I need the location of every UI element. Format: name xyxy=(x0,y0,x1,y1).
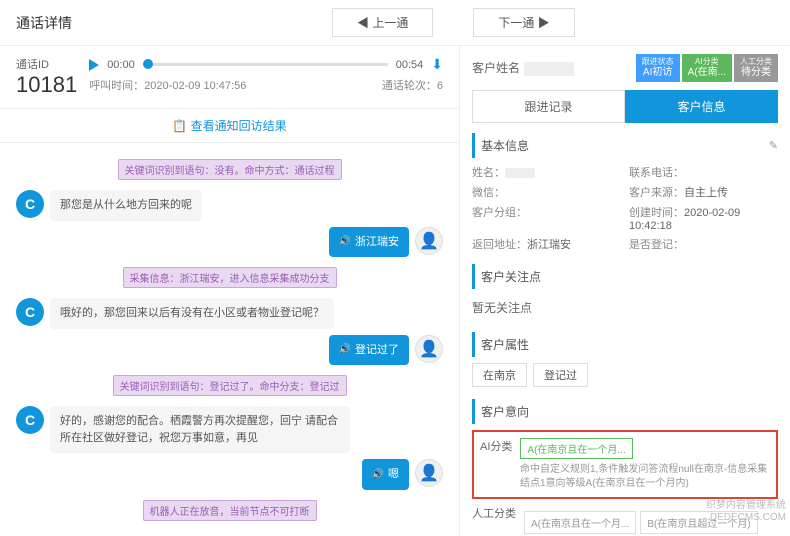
audio-progress[interactable] xyxy=(143,63,388,66)
status-badge: 跟进状态AI初访 xyxy=(636,54,680,82)
info-create: 创建时间：2020-02-09 10:42:18 xyxy=(629,204,778,232)
focus-empty: 暂无关注点 xyxy=(472,295,778,320)
page-title: 通话详情 xyxy=(16,13,72,33)
user-avatar: 👤 xyxy=(415,335,443,363)
info-source: 客户来源：自主上传 xyxy=(629,184,778,200)
customer-name-label: 客户姓名 xyxy=(472,61,520,75)
chat-tag: 机器人正在放音，当前节点不可打断 xyxy=(143,500,317,521)
user-message: 🔊嗯 xyxy=(362,459,409,490)
bot-avatar: C xyxy=(16,406,44,434)
info-registered: 是否登记： xyxy=(629,236,778,252)
human-class-label: 人工分类 xyxy=(472,505,516,521)
watermark: 织梦内容管理系统DEDECMS.COM xyxy=(706,500,786,524)
chat-tag: 关键词识别到语句：没有。命中方式：通话过程 xyxy=(118,159,342,180)
info-group: 客户分组： xyxy=(472,204,621,232)
bot-message: 哦好的，那您回来以后有没有在小区或者物业登记呢？ xyxy=(50,298,334,329)
bot-avatar: C xyxy=(16,190,44,218)
user-message: 🔊浙江瑞安 xyxy=(329,227,409,258)
audio-time-end: 00:54 xyxy=(396,59,424,71)
bot-avatar: C xyxy=(16,298,44,326)
user-message: 🔊登记过了 xyxy=(329,335,409,366)
chat-transcript: 关键词识别到语句：没有。命中方式：通话过程 C 那您是从什么地方回来的呢 🔊浙江… xyxy=(0,143,459,536)
next-call-button[interactable]: 下一通 ▶ xyxy=(473,8,574,37)
play-icon[interactable] xyxy=(89,59,99,71)
call-id-label: 通话ID xyxy=(16,56,77,72)
edit-icon[interactable]: ✎ xyxy=(769,139,778,152)
attr-tag[interactable]: 在南京 xyxy=(472,363,527,387)
attr-tag[interactable]: 登记过 xyxy=(533,363,588,387)
sound-icon: 🔊 xyxy=(372,467,384,482)
call-time: 呼叫时间：2020-02-09 10:47:56 xyxy=(89,77,246,93)
ai-classification-box: AI分类 A(在南京且在一个月... 命中自定义规则1,条件触发问答流程null… xyxy=(472,430,778,499)
download-icon[interactable]: ⬇ xyxy=(431,56,443,73)
bot-message: 好的，感谢您的配合。栖霞警方再次提醒您，回宁 请配合所在社区做好登记，祝您万事如… xyxy=(50,406,350,453)
section-focus-title: 客户关注点 xyxy=(481,268,541,285)
call-rounds: 通话轮次：6 xyxy=(382,77,443,93)
sound-icon: 🔊 xyxy=(339,342,351,357)
section-basic-title: 基本信息 xyxy=(481,137,529,154)
ai-class-label: AI分类 xyxy=(480,438,512,454)
ai-class-desc: 命中自定义规则1,条件触发问答流程null在南京-信息采集结点1意向等级A(在南… xyxy=(520,463,770,491)
user-avatar: 👤 xyxy=(415,459,443,487)
tab-customer-info[interactable]: 客户信息 xyxy=(625,90,778,123)
customer-name-value xyxy=(524,62,574,76)
class-option[interactable]: A(在南京且在一个月... xyxy=(524,511,636,534)
call-id: 10181 xyxy=(16,72,77,98)
chat-tag: 采集信息：浙江瑞安，进入信息采集成功分支 xyxy=(123,267,337,288)
info-phone: 联系电话： xyxy=(629,164,778,180)
prev-call-button[interactable]: ◀ 上一通 xyxy=(332,8,433,37)
info-return: 返回地址：浙江瑞安 xyxy=(472,236,621,252)
section-intent-title: 客户意向 xyxy=(481,403,529,420)
tab-followup[interactable]: 跟进记录 xyxy=(472,90,625,123)
ai-class-badge: AI分类A(在南... xyxy=(682,54,732,82)
audio-time-start: 00:00 xyxy=(107,59,135,71)
section-attrs-title: 客户属性 xyxy=(481,336,529,353)
manual-class-badge: 人工分类待分类 xyxy=(734,54,778,82)
sound-icon: 🔊 xyxy=(339,234,351,249)
ai-class-value: A(在南京且在一个月... xyxy=(520,438,632,459)
view-result-link[interactable]: 查看通知回访结果 xyxy=(172,119,286,133)
info-wx: 微信： xyxy=(472,184,621,200)
bot-message: 那您是从什么地方回来的呢 xyxy=(50,190,202,221)
user-avatar: 👤 xyxy=(415,227,443,255)
chat-tag: 关键词识别到语句：登记过了。命中分支：登记过 xyxy=(113,375,347,396)
info-name: 姓名： xyxy=(472,164,621,180)
